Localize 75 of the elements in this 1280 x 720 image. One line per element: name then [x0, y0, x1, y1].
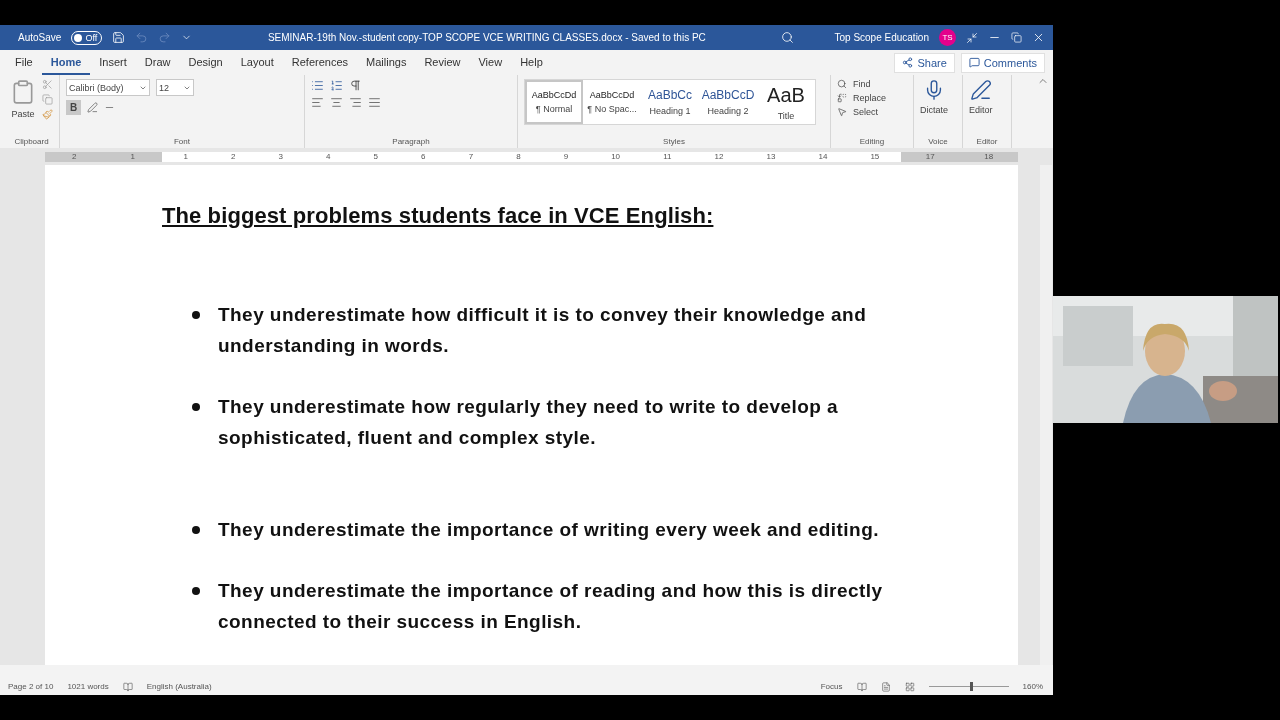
cut-icon[interactable]	[42, 79, 53, 90]
avatar[interactable]: TS	[939, 29, 956, 46]
ribbon-tab[interactable]: Layout	[231, 50, 283, 75]
align-right-icon[interactable]	[349, 96, 362, 109]
ribbon-tab[interactable]: File	[6, 50, 42, 75]
bullet-icon	[192, 587, 200, 595]
bullet-icon	[192, 311, 200, 319]
align-left-icon[interactable]	[311, 96, 324, 109]
zoom-percent[interactable]: 160%	[1022, 682, 1043, 691]
ribbon-tab[interactable]: Mailings	[357, 50, 416, 75]
bold-button[interactable]: B	[66, 100, 81, 115]
document-heading: The biggest problems students face in VCE English:	[162, 203, 715, 229]
scrollbar[interactable]	[1040, 165, 1052, 665]
autosave-label: AutoSave	[18, 32, 62, 43]
print-layout-icon[interactable]	[880, 681, 891, 692]
focus-button[interactable]: Focus	[820, 682, 843, 691]
group-label: Font	[173, 137, 191, 148]
ribbon-tab[interactable]: Help	[511, 50, 552, 75]
bullet-text: They underestimate how difficult it is to convey their knowledge and understanding in words.	[218, 303, 868, 358]
save-icon[interactable]	[112, 31, 126, 44]
share-button[interactable]: Share	[894, 52, 955, 73]
search-icon[interactable]	[781, 31, 795, 44]
bullet-text: They underestimate how regularly they need to write to develop a sophisticated, fluent and complex style.	[218, 395, 840, 450]
ribbon-tab[interactable]: Insert	[90, 50, 136, 75]
group-label: Styles	[662, 137, 686, 148]
style-item[interactable]: AaBbCcD Heading 2	[699, 80, 757, 124]
font-size-field[interactable]: 12	[156, 79, 194, 96]
dictate-button[interactable]: Dictate	[920, 105, 948, 115]
bullet-text: They underestimate the importance of writing every week and editing.	[218, 518, 880, 542]
read-mode-icon[interactable]	[856, 681, 867, 692]
bullets-icon[interactable]	[311, 79, 324, 92]
style-item[interactable]: AaBbCc Heading 1	[641, 80, 699, 124]
format-painter-icon[interactable]	[42, 109, 53, 120]
page-count[interactable]: Page 2 of 10	[8, 682, 54, 691]
word-count[interactable]: 1021 words	[67, 682, 109, 691]
editor-icon[interactable]	[969, 79, 992, 101]
editor-button[interactable]: Editor	[969, 105, 993, 115]
ribbon-tab[interactable]: View	[469, 50, 512, 75]
document-title: SEMINAR-19th Nov.-student copy-TOP SCOPE VCE WRITING CLASSES.docx - Saved to this PC	[266, 32, 707, 43]
show-marks-icon[interactable]	[349, 79, 362, 92]
ribbon-tab[interactable]: Home	[41, 50, 91, 75]
style-item[interactable]: AaBbCcDd ¶ No Spac...	[583, 80, 641, 124]
group-label: Editor	[975, 137, 999, 148]
bullet-text: They underestimate the importance of reading and how this is directly connected to their success in English.	[218, 579, 884, 634]
editing-button[interactable]: Find	[853, 79, 871, 89]
restore-icon[interactable]	[1011, 32, 1022, 43]
editing-button[interactable]: Replace	[853, 93, 887, 103]
account-name[interactable]: Top Scope Education	[834, 32, 929, 43]
group-label: Paragraph	[391, 137, 431, 148]
ribbon-tab[interactable]: Draw	[135, 50, 180, 75]
share-icon	[902, 57, 914, 68]
style-item[interactable]: AaBbCcDd ¶ Normal	[525, 80, 583, 124]
ribbon-tab[interactable]: Design	[179, 50, 232, 75]
font-name-field[interactable]: Calibri (Body)	[66, 79, 150, 96]
group-label: Voice	[927, 137, 949, 148]
proofing-icon[interactable]	[122, 681, 133, 692]
comments-button[interactable]: Comments	[960, 52, 1045, 73]
ribbon-display-icon[interactable]	[966, 31, 978, 44]
paste-button[interactable]: Paste	[11, 109, 35, 119]
align-center-icon[interactable]	[330, 96, 343, 109]
group-label: Editing	[858, 137, 886, 148]
justify-icon[interactable]	[368, 96, 381, 109]
close-icon[interactable]	[1032, 31, 1045, 44]
bullet-icon	[192, 526, 200, 534]
comment-icon	[968, 57, 980, 68]
style-item[interactable]: AaB Title	[757, 80, 815, 124]
ruler: 2 1 1 2 3 4 5 6 7 8 9 10 11 12 13 14 15 17 18	[0, 148, 1053, 165]
language[interactable]: English (Australia)	[146, 682, 212, 691]
group-label: Clipboard	[13, 137, 50, 148]
numbering-icon[interactable]	[330, 79, 343, 92]
ribbon-tab[interactable]: Review	[415, 50, 470, 75]
web-layout-icon[interactable]	[904, 681, 915, 692]
editing-button[interactable]: Select	[853, 107, 878, 117]
bullet-icon	[192, 403, 200, 411]
ribbon-tab[interactable]: References	[282, 50, 358, 75]
